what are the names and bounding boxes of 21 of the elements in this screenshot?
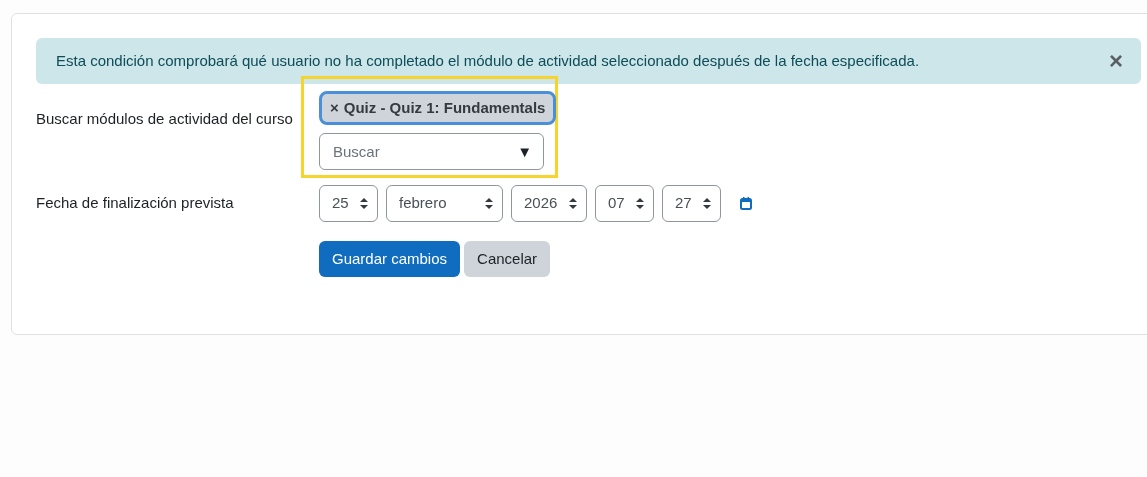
dropdown-arrow-icon: ▼	[517, 141, 532, 164]
cancel-button[interactable]: Cancelar	[464, 241, 551, 277]
sort-icon	[636, 198, 644, 209]
alert-message: Esta condición comprobará qué usuario no ha completado el módulo de actividad seleccionado después de la fecha especificada.	[56, 50, 920, 71]
date-select[interactable]: 2026	[511, 185, 587, 222]
field-label: Fecha de finalización prevista	[36, 193, 235, 213]
sort-icon	[569, 198, 577, 209]
sort-icon	[485, 198, 493, 209]
field-label: Buscar módulos de actividad del curso	[36, 109, 294, 129]
remove-icon[interactable]: ×	[330, 96, 339, 120]
date-select[interactable]: 25	[319, 185, 378, 222]
calendar-icon[interactable]	[740, 197, 752, 210]
save-button[interactable]: Guardar cambios	[319, 241, 461, 277]
date-select[interactable]: 27	[662, 185, 721, 222]
sort-icon	[360, 198, 368, 209]
date-select[interactable]: 07	[595, 185, 654, 222]
close-button[interactable]: ×	[1109, 49, 1123, 73]
selected-module-tag[interactable]: × Quiz - Quiz 1: Fundamentals	[319, 91, 557, 125]
date-select[interactable]: febrero	[386, 185, 503, 222]
sort-icon	[703, 198, 711, 209]
tag-label: Quiz - Quiz 1: Fundamentals	[343, 97, 546, 118]
